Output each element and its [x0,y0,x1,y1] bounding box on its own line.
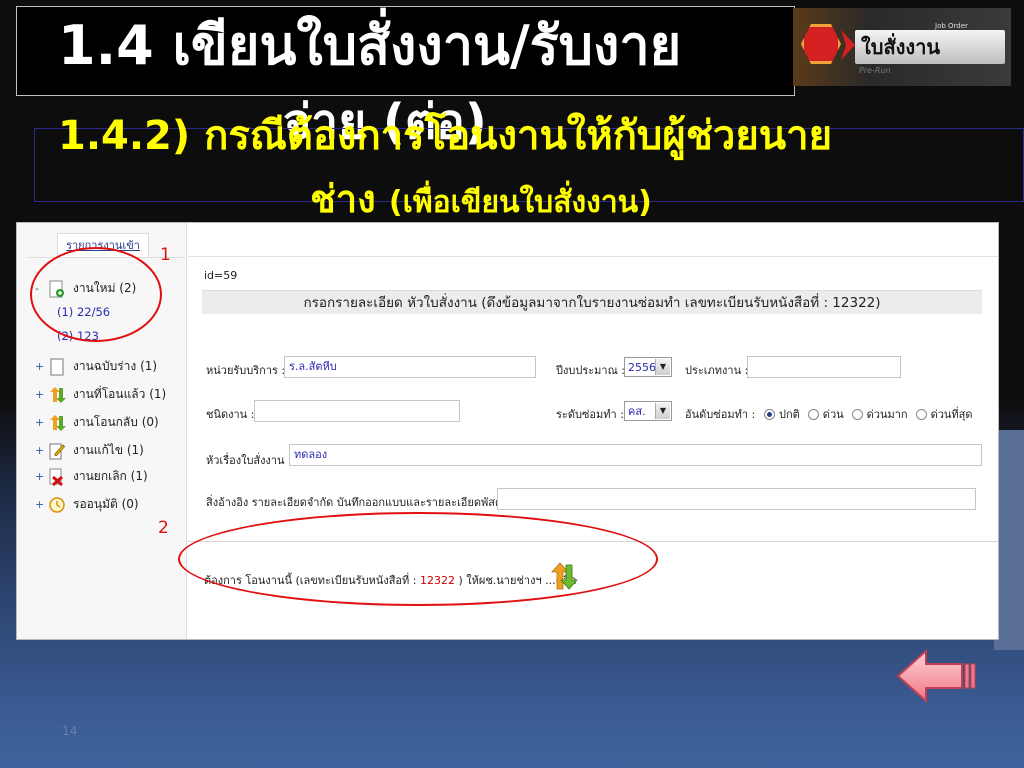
sidebar-item-label: งานแก้ไข (1) [73,443,144,457]
sidebar-item-label: งานฉบับร่าง (1) [73,359,158,373]
expand-icon[interactable]: + [35,470,47,483]
logo-hexagon-icon [801,24,841,64]
subtitle-line-2: ช่าง (เพื่อเขียนใบสั่งงาน) [310,174,652,228]
sidebar-item-label: งานโอนกลับ (0) [73,415,159,429]
logo-chevron-icon [841,30,855,60]
priority-normal-label: ปกติ [779,408,800,421]
edit-icon [47,442,67,460]
job-type-label: ประเภทงาน : [685,364,749,377]
cancel-icon [47,468,67,486]
back-arrow-button[interactable] [896,648,980,704]
logo-sub-text: Pre-Run [859,66,891,75]
transferred-icon [47,386,67,404]
priority-very-urgent-radio[interactable] [851,408,863,420]
priority-most-urgent-radio[interactable] [915,408,927,420]
priority-very-urgent-label: ด่วนมาก [866,408,908,421]
service-unit-label: หน่วยรับบริการ : [206,364,286,377]
chevron-down-icon[interactable]: ▼ [655,403,670,419]
page-number: 14 [62,724,78,738]
subject-label: หัวเรื่องใบสั่งงาน : [206,454,292,467]
priority-radio-group: ปกติ ด่วน ด่วนมาก ด่วนที่สุด [756,405,973,423]
chevron-down-icon[interactable]: ▼ [655,359,670,375]
logo-text: ใบสั่งงาน [861,35,941,59]
job-order-logo: ใบสั่งงาน Job Order Pre-Run [793,8,1011,86]
work-kind-label: ชนิดงาน : [206,408,255,421]
subtitle-main: ช่าง [310,177,376,221]
annotation-number-2: 2 [158,518,169,538]
fiscal-year-select[interactable]: 2556 ▼ [624,357,672,377]
expand-icon[interactable]: + [35,388,47,401]
form-header: กรอกรายละเอียด หัวใบสั่งงาน (ดึงข้อมูลมา… [202,290,982,314]
annotation-ellipse-2 [178,512,658,606]
sidebar-item-label: งานที่โอนแล้ว (1) [73,387,167,401]
expand-icon[interactable]: + [35,498,47,511]
sidebar-item-cancelled[interactable]: + งานยกเลิก (1) [35,467,148,486]
draft-icon [47,358,67,376]
repair-level-value: คส. [628,405,646,418]
expand-icon[interactable]: + [35,444,47,457]
expand-icon[interactable]: + [35,416,47,429]
sidebar-item-draft[interactable]: + งานฉบับร่าง (1) [35,357,157,376]
content-toolbar [188,223,998,257]
sidebar-item-pending[interactable]: + รออนุมัติ (0) [35,495,139,514]
annotation-number-1: 1 [160,245,171,265]
priority-most-urgent-label: ด่วนที่สุด [930,408,973,421]
sidebar-item-label: รออนุมัติ (0) [73,497,139,511]
logo-small-text: Job Order [935,22,968,30]
service-unit-field[interactable]: ร.ล.สัตหีบ [284,356,536,378]
subtitle-note: (เพื่อเขียนใบสั่งงาน) [388,185,652,220]
fiscal-year-label: ปีงบประมาณ : [556,364,625,377]
subject-field[interactable]: ทดลอง [289,444,982,466]
repair-level-select[interactable]: คส. ▼ [624,401,672,421]
subtitle-line-1: 1.4.2) กรณีต้องการโอนงานให้กับผู้ช่วยนาย [58,113,833,159]
job-type-field[interactable] [747,356,901,378]
back-arrow-icon [896,648,976,704]
sidebar-item-label: งานยกเลิก (1) [73,469,148,483]
clock-icon [47,496,67,514]
reference-field[interactable] [497,488,976,510]
sidebar-item-transferred[interactable]: + งานที่โอนแล้ว (1) [35,385,166,404]
record-id: id=59 [204,269,238,282]
annotation-ellipse-1 [30,247,162,342]
sidebar-item-returned[interactable]: + งานโอนกลับ (0) [35,413,159,432]
repair-level-label: ระดับซ่อมทำ : [556,408,624,421]
sidebar-item-edit[interactable]: + งานแก้ไข (1) [35,441,144,460]
return-icon [47,414,67,432]
reference-label: สิ่งอ้างอิง รายละเอียดจำกัด บันทึกออกแบบ… [206,496,510,509]
priority-normal-radio[interactable] [764,408,775,420]
priority-label: อันดับซ่อมทำ : [685,408,756,421]
work-kind-field[interactable] [254,400,460,422]
priority-urgent-label: ด่วน [822,408,844,421]
slide-title: 1.4 เขียนใบสั่งงาน/รับงาย [58,14,682,77]
fiscal-year-value: 2556 [628,360,656,374]
priority-urgent-radio[interactable] [807,408,819,420]
expand-icon[interactable]: + [35,360,47,373]
